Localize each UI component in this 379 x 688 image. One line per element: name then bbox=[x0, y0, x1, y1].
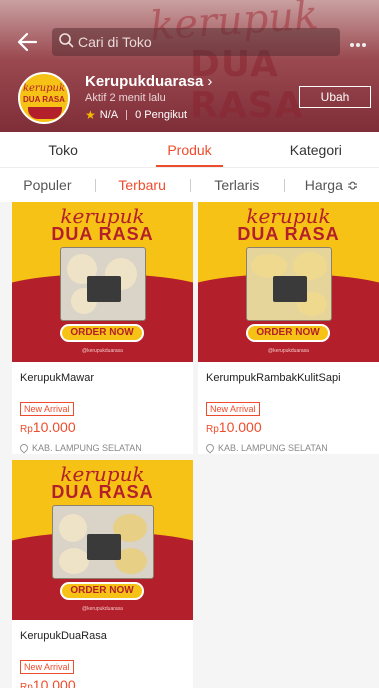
sort-terlaris[interactable]: Terlaris bbox=[189, 177, 285, 193]
image-cta-text: ORDER NOW bbox=[60, 324, 144, 342]
product-card[interactable]: kerupuk DUA RASA ORDER NOW @kerupukduara… bbox=[12, 202, 193, 454]
logo-script-text: kerupuk bbox=[22, 83, 66, 94]
shop-name-text: Kerupukduarasa bbox=[85, 73, 204, 90]
product-card[interactable]: kerupuk DUA RASA ORDER NOW @kerupukduara… bbox=[12, 460, 193, 688]
sort-bar: Populer Terbaru Terlaris Harga ≎ bbox=[0, 168, 379, 202]
back-arrow-icon[interactable] bbox=[14, 30, 42, 54]
product-name: KerupukDuaRasa bbox=[20, 630, 107, 642]
product-name: KerumpukRambakKulitSapi bbox=[206, 372, 341, 384]
image-cta-text: ORDER NOW bbox=[60, 582, 144, 600]
product-name: KerupukMawar bbox=[20, 372, 94, 384]
product-price: Rp10.000 bbox=[206, 419, 262, 435]
stats-divider bbox=[126, 110, 128, 120]
image-handle-text: @kerupukduarasa bbox=[268, 348, 309, 354]
sort-populer[interactable]: Populer bbox=[0, 177, 95, 193]
new-arrival-badge: New Arrival bbox=[206, 402, 260, 416]
logo-bowl bbox=[28, 107, 62, 119]
tab-kategori[interactable]: Kategori bbox=[253, 132, 379, 167]
new-arrival-badge: New Arrival bbox=[20, 402, 74, 416]
shop-tabs: Toko Produk Kategori bbox=[0, 132, 379, 168]
sort-harga[interactable]: Harga ≎ bbox=[284, 177, 379, 194]
product-pack bbox=[52, 505, 154, 579]
image-cta-text: ORDER NOW bbox=[246, 324, 330, 342]
shop-stats: ★ N/A 0 Pengikut bbox=[85, 108, 187, 122]
shop-rating: N/A bbox=[99, 109, 119, 121]
product-image: kerupuk DUA RASA ORDER NOW @kerupukduara… bbox=[12, 460, 193, 620]
shop-avatar[interactable]: kerupuk DUA RASA bbox=[18, 72, 70, 124]
product-image: kerupuk DUA RASA ORDER NOW @kerupukduara… bbox=[198, 202, 379, 362]
product-pack bbox=[60, 247, 146, 321]
image-handle-text: @kerupukduarasa bbox=[82, 348, 123, 354]
product-image: kerupuk DUA RASA ORDER NOW @kerupukduara… bbox=[12, 202, 193, 362]
sort-terbaru[interactable]: Terbaru bbox=[94, 177, 190, 193]
star-icon: ★ bbox=[85, 108, 96, 122]
shop-active-status: Aktif 2 menit lalu bbox=[85, 92, 166, 104]
search-input[interactable]: Cari di Toko bbox=[52, 28, 340, 56]
image-title-text: DUA RASA bbox=[237, 224, 340, 244]
location-pin-icon bbox=[18, 442, 30, 454]
product-card[interactable]: kerupuk DUA RASA ORDER NOW @kerupukduara… bbox=[198, 202, 379, 454]
logo-title-text: DUA RASA bbox=[23, 95, 65, 104]
shop-header: kerupuk DUA RASA Cari di Toko kerupuk DU… bbox=[0, 0, 379, 132]
image-handle-text: @kerupukduarasa bbox=[82, 606, 123, 612]
product-location: KAB. LAMPUNG SELATAN bbox=[198, 435, 379, 454]
new-arrival-badge: New Arrival bbox=[20, 660, 74, 674]
search-icon bbox=[58, 32, 74, 53]
chevron-right-icon: › bbox=[207, 73, 213, 90]
shop-name[interactable]: Kerupukduarasa › bbox=[85, 73, 212, 90]
banner-title-text: DUA RASA bbox=[190, 44, 304, 126]
location-pin-icon bbox=[204, 442, 216, 454]
shop-followers: 0 Pengikut bbox=[135, 109, 188, 121]
search-placeholder: Cari di Toko bbox=[78, 34, 152, 50]
product-price: Rp10.000 bbox=[20, 419, 76, 435]
image-title-text: DUA RASA bbox=[51, 224, 154, 244]
product-location: KAB. LAMPUNG SELATAN bbox=[12, 435, 193, 454]
tab-produk[interactable]: Produk bbox=[126, 132, 252, 167]
edit-shop-button[interactable]: Ubah bbox=[299, 86, 371, 108]
product-price: Rp10.000 bbox=[20, 677, 76, 688]
tab-toko[interactable]: Toko bbox=[0, 132, 126, 167]
more-icon[interactable] bbox=[350, 34, 372, 48]
image-title-text: DUA RASA bbox=[51, 482, 154, 502]
product-pack bbox=[246, 247, 332, 321]
